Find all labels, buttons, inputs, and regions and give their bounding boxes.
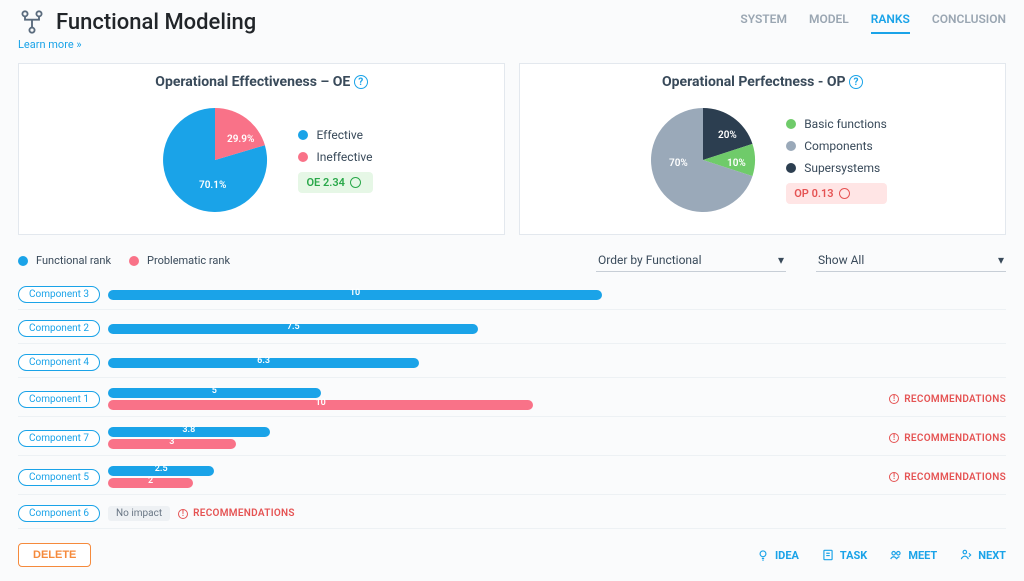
component-chip[interactable]: Component 6 xyxy=(18,505,100,522)
bar-wrap: 10 xyxy=(108,290,1006,300)
next-icon xyxy=(959,548,973,562)
help-op-icon[interactable]: ? xyxy=(849,75,863,89)
idea-icon xyxy=(756,548,770,562)
tab-system[interactable]: SYSTEM xyxy=(740,12,787,34)
op-slice-basic-label: 10% xyxy=(727,158,746,169)
legend-op: Basic functions Components Supersystems … xyxy=(786,117,887,204)
functional-value: 7.5 xyxy=(287,322,300,332)
chevron-down-icon: ▾ xyxy=(998,253,1004,267)
no-impact-badge: No impact xyxy=(108,506,170,521)
rank-legend: Functional rank Problematic rank xyxy=(18,254,566,267)
legend-oe: Effective Ineffective OE 2.34 xyxy=(298,128,372,193)
component-chip[interactable]: Component 4 xyxy=(18,354,100,371)
learn-more-link[interactable]: Learn more » xyxy=(18,38,256,51)
table-row: Component 3 10 xyxy=(18,286,1006,310)
task-icon xyxy=(821,548,835,562)
help-oe-icon[interactable]: ? xyxy=(354,75,368,89)
alert-icon: ! xyxy=(889,433,899,443)
meet-action[interactable]: MEET xyxy=(889,548,937,562)
problematic-bar: 10 xyxy=(108,400,533,410)
component-chip[interactable]: Component 2 xyxy=(18,320,100,337)
table-row: Component 4 6.3 xyxy=(18,354,1006,378)
functional-value: 10 xyxy=(350,288,360,298)
bar-wrap: 7.5 xyxy=(108,324,1006,334)
nav-tabs: SYSTEM MODEL RANKS CONCLUSION xyxy=(740,8,1006,34)
pie-op: 20% 10% 70% xyxy=(638,100,768,220)
component-chip[interactable]: Component 7 xyxy=(18,430,100,447)
functional-bar: 5 xyxy=(108,388,321,398)
recommendations-link[interactable]: !RECOMMENDATIONS xyxy=(178,508,295,519)
problematic-bar: 2 xyxy=(108,478,193,488)
order-by-select[interactable]: Order by Functional ▾ xyxy=(596,249,786,272)
page-title: Functional Modeling xyxy=(56,10,256,35)
tab-ranks[interactable]: RANKS xyxy=(871,12,910,34)
bar-wrap: 2.52 xyxy=(108,466,881,488)
card-op: Operational Perfectness - OP ? 20% 10% 7… xyxy=(519,63,1006,235)
legend-supersystems: Supersystems xyxy=(786,161,887,175)
functional-bar: 7.5 xyxy=(108,324,478,334)
dot-functional xyxy=(18,256,28,266)
component-chip[interactable]: Component 5 xyxy=(18,469,100,486)
alert-icon: ! xyxy=(178,509,188,519)
component-chip[interactable]: Component 1 xyxy=(18,391,100,408)
op-slice-super-label: 20% xyxy=(718,130,737,141)
problematic-value: 10 xyxy=(316,398,326,408)
recommendations-link[interactable]: !RECOMMENDATIONS xyxy=(889,472,1006,483)
dot-problematic xyxy=(129,256,139,266)
functional-value: 3.8 xyxy=(182,425,195,435)
filter-select[interactable]: Show All ▾ xyxy=(816,249,1006,272)
table-row: Component 1 5 10 !RECOMMENDATIONS xyxy=(18,388,1006,417)
check-icon xyxy=(350,177,361,188)
alert-icon: ! xyxy=(889,472,899,482)
table-row: Component 5 2.52 !RECOMMENDATIONS xyxy=(18,466,1006,495)
functional-value: 5 xyxy=(212,386,217,396)
table-row: Component 73.83!RECOMMENDATIONS xyxy=(18,427,1006,456)
table-row: Component 6 No impact !RECOMMENDATIONS xyxy=(18,505,1006,529)
recommendations-link[interactable]: !RECOMMENDATIONS xyxy=(889,394,1006,405)
alert-icon: ! xyxy=(889,394,899,404)
card-op-title: Operational Perfectness - OP xyxy=(662,74,845,90)
component-chip[interactable]: Component 3 xyxy=(18,286,100,303)
op-slice-comp-label: 70% xyxy=(669,158,688,169)
task-action[interactable]: TASK xyxy=(821,548,867,562)
functional-bar: 3.8 xyxy=(108,427,270,437)
delete-button[interactable]: DELETE xyxy=(18,543,91,567)
legend-components: Components xyxy=(786,139,887,153)
pie-oe: 70.1% 29.9% xyxy=(150,100,280,220)
card-oe-title: Operational Effectiveness – OE xyxy=(155,74,350,90)
legend-effective: Effective xyxy=(298,128,372,142)
meet-icon xyxy=(889,548,903,562)
functional-bar: 2.5 xyxy=(108,466,214,476)
modeling-icon xyxy=(18,8,46,36)
bar-wrap: 3.83 xyxy=(108,427,881,449)
table-row: Component 2 7.5 xyxy=(18,320,1006,344)
problematic-value: 2 xyxy=(148,476,153,486)
badge-oe: OE 2.34 xyxy=(298,172,372,193)
chevron-down-icon: ▾ xyxy=(778,253,784,267)
legend-ineffective: Ineffective xyxy=(298,150,372,164)
tab-conclusion[interactable]: CONCLUSION xyxy=(932,12,1006,34)
footer-actions: IDEA TASK MEET NEXT xyxy=(756,548,1006,562)
sad-icon xyxy=(839,188,850,199)
functional-bar: 6.3 xyxy=(108,358,419,368)
oe-slice-ineffective-label: 29.9% xyxy=(227,134,254,145)
bar-wrap: 5 10 xyxy=(108,388,881,410)
bar-wrap: 6.3 xyxy=(108,358,1006,368)
tab-model[interactable]: MODEL xyxy=(809,12,849,34)
legend-basic: Basic functions xyxy=(786,117,887,131)
oe-slice-effective-label: 70.1% xyxy=(199,180,226,191)
header: Functional Modeling Learn more » SYSTEM … xyxy=(18,8,1006,51)
functional-bar: 10 xyxy=(108,290,602,300)
rank-rows: Component 3 10 Component 2 7.5 Component 4 6.… xyxy=(18,286,1006,529)
recommendations-link[interactable]: !RECOMMENDATIONS xyxy=(889,433,1006,444)
problematic-value: 3 xyxy=(169,437,174,447)
functional-value: 2.5 xyxy=(155,464,168,474)
idea-action[interactable]: IDEA xyxy=(756,548,799,562)
card-oe: Operational Effectiveness – OE ? 70.1% 2… xyxy=(18,63,505,235)
functional-value: 6.3 xyxy=(257,356,270,366)
next-action[interactable]: NEXT xyxy=(959,548,1006,562)
problematic-bar: 3 xyxy=(108,439,236,449)
badge-op: OP 0.13 xyxy=(786,183,887,204)
